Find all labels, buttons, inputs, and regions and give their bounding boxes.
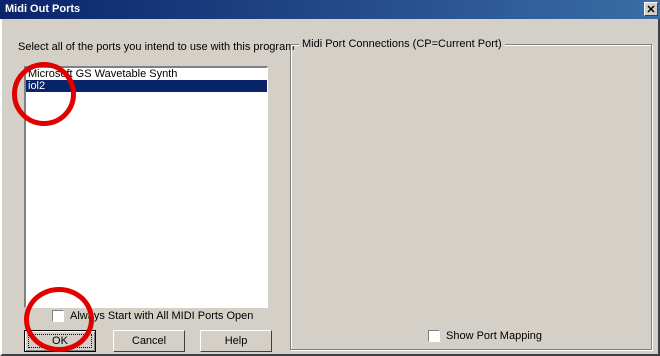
always-open-label[interactable]: Always Start with All MIDI Ports Open (70, 310, 253, 322)
ok-button[interactable]: OK (24, 330, 96, 352)
port-connections-group: Midi Port Connections (CP=Current Port) (290, 38, 652, 350)
ports-listbox[interactable]: Microsoft GS Wavetable Synth iol2 (24, 66, 268, 308)
window-title: Midi Out Ports (5, 3, 81, 15)
port-connections-label: Midi Port Connections (CP=Current Port) (299, 38, 505, 50)
help-button[interactable]: Help (200, 330, 272, 352)
focus-ring (28, 334, 92, 348)
show-mapping-checkbox[interactable] (428, 330, 440, 342)
ports-instruction: Select all of the ports you intend to us… (18, 41, 295, 53)
list-item[interactable]: iol2 (26, 80, 267, 92)
cancel-button[interactable]: Cancel (113, 330, 185, 352)
show-mapping-label[interactable]: Show Port Mapping (446, 330, 542, 342)
title-bar: Midi Out Ports ✕ (0, 0, 660, 19)
close-icon[interactable]: ✕ (644, 2, 658, 16)
list-item[interactable]: Microsoft GS Wavetable Synth (26, 68, 267, 80)
always-open-checkbox[interactable] (52, 310, 64, 322)
